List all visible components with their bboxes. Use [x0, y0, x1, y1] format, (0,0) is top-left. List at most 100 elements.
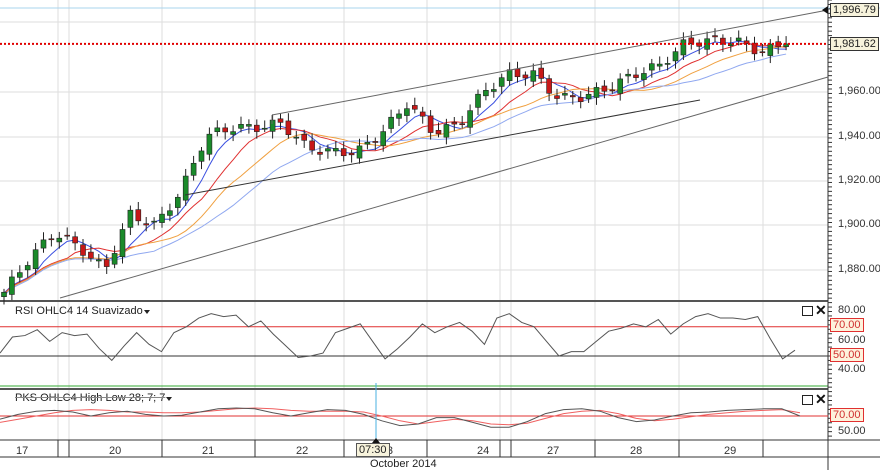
candle-body [672, 51, 679, 62]
candle-body [340, 148, 347, 157]
candle-body [325, 148, 331, 152]
candle-body [759, 51, 766, 54]
candle-body [427, 115, 434, 133]
day-label-27: 27 [547, 445, 560, 457]
rsi-tick: 40.00 [838, 363, 866, 375]
day-label-22: 22 [296, 445, 309, 457]
candle-body [16, 272, 23, 278]
candle-body [206, 133, 213, 155]
candle-body [498, 77, 505, 87]
candle-body [506, 69, 513, 81]
candle-body [585, 93, 592, 100]
candle-body [680, 39, 687, 56]
candle-body [332, 148, 339, 152]
candle-body [404, 108, 410, 116]
top-price-marker [822, 6, 828, 14]
candle-body [103, 259, 110, 267]
candle-body [159, 213, 165, 223]
pks-maximize-icon[interactable] [802, 395, 813, 405]
pks-dropdown-icon[interactable] [166, 397, 172, 401]
candle-body [277, 118, 284, 123]
candle-body [459, 123, 466, 125]
candle-body [9, 276, 15, 295]
candle-body [633, 74, 639, 78]
candle-body [72, 236, 78, 244]
candle-body [609, 89, 616, 92]
moving-average-line [3, 53, 787, 297]
rsi-maximize-icon[interactable] [802, 306, 813, 316]
day-label-21: 21 [202, 445, 215, 457]
candle-body [530, 70, 537, 82]
candle-body [317, 151, 323, 155]
candle-body [372, 141, 379, 143]
pks-tag-70: 70.00 [830, 408, 864, 422]
candle-body [522, 74, 529, 79]
candle-body [435, 130, 442, 135]
candle-body [656, 63, 663, 67]
candle-body [167, 210, 173, 216]
candle-body [641, 73, 647, 80]
candle-body [111, 253, 118, 265]
candle-body [214, 127, 221, 133]
month-label: October 2014 [370, 458, 437, 470]
candle-body [577, 97, 584, 102]
candle-body [222, 127, 228, 133]
candle-body [32, 249, 39, 269]
candle-body [198, 150, 205, 162]
rsi-line [0, 313, 796, 362]
trendline-upper [271, 9, 829, 116]
candle-body [648, 63, 655, 71]
pks-close-icon[interactable]: ✕ [815, 391, 827, 408]
candle-body [767, 43, 774, 56]
candle-body [625, 73, 631, 77]
candle-body [309, 140, 315, 151]
candle-body [712, 35, 718, 38]
rsi-close-icon[interactable]: ✕ [815, 302, 827, 319]
candle-body [356, 145, 363, 159]
candle-body [40, 239, 47, 249]
candle-body [254, 124, 260, 132]
candle-body [127, 209, 134, 228]
candle-body [735, 37, 742, 41]
candle-body [467, 110, 473, 128]
candle-body [380, 131, 387, 146]
candle-body [396, 113, 402, 119]
candle-body [490, 89, 497, 92]
candle-body [1, 291, 7, 297]
candle-body [175, 196, 181, 208]
candle-body [190, 162, 197, 176]
candle-body [593, 87, 600, 98]
candle-body [230, 131, 236, 135]
candle-body [538, 67, 545, 79]
price-tick: 1,940.00 [838, 130, 880, 142]
candle-body [569, 95, 576, 98]
rsi-dropdown-icon[interactable] [144, 310, 150, 314]
day-label-17: 17 [16, 445, 29, 457]
price-tick: 1,920.00 [838, 174, 880, 186]
pks-title[interactable]: PKS OHLC4 High Low 28; 7; 7 [15, 392, 165, 404]
moving-average-line [3, 46, 787, 296]
candle-body [293, 136, 300, 139]
rsi-tick: 60.00 [838, 334, 866, 346]
candle-body [562, 93, 568, 96]
candle-body [96, 259, 102, 262]
candle-body [143, 223, 149, 226]
candle-body [182, 175, 189, 201]
day-label-24: 24 [477, 445, 490, 457]
rsi-title[interactable]: RSI OHLC4 14 Suavizado [15, 305, 143, 317]
candle-body [617, 78, 624, 94]
candle-body [80, 244, 86, 256]
price-tick: 1,900.00 [838, 218, 880, 230]
candle-body [48, 238, 55, 241]
candle-body [388, 116, 394, 129]
candle-body [269, 119, 276, 132]
price-tick: 1,960.00 [838, 85, 880, 97]
candle-body [364, 142, 371, 145]
candle-body [601, 85, 608, 92]
candle-body [554, 95, 560, 99]
top-price-tag: 1,996.79 [830, 3, 879, 17]
candle-body [419, 111, 426, 117]
candle-body [151, 220, 157, 223]
trendline-lower [59, 76, 829, 299]
candle-body [301, 134, 308, 141]
